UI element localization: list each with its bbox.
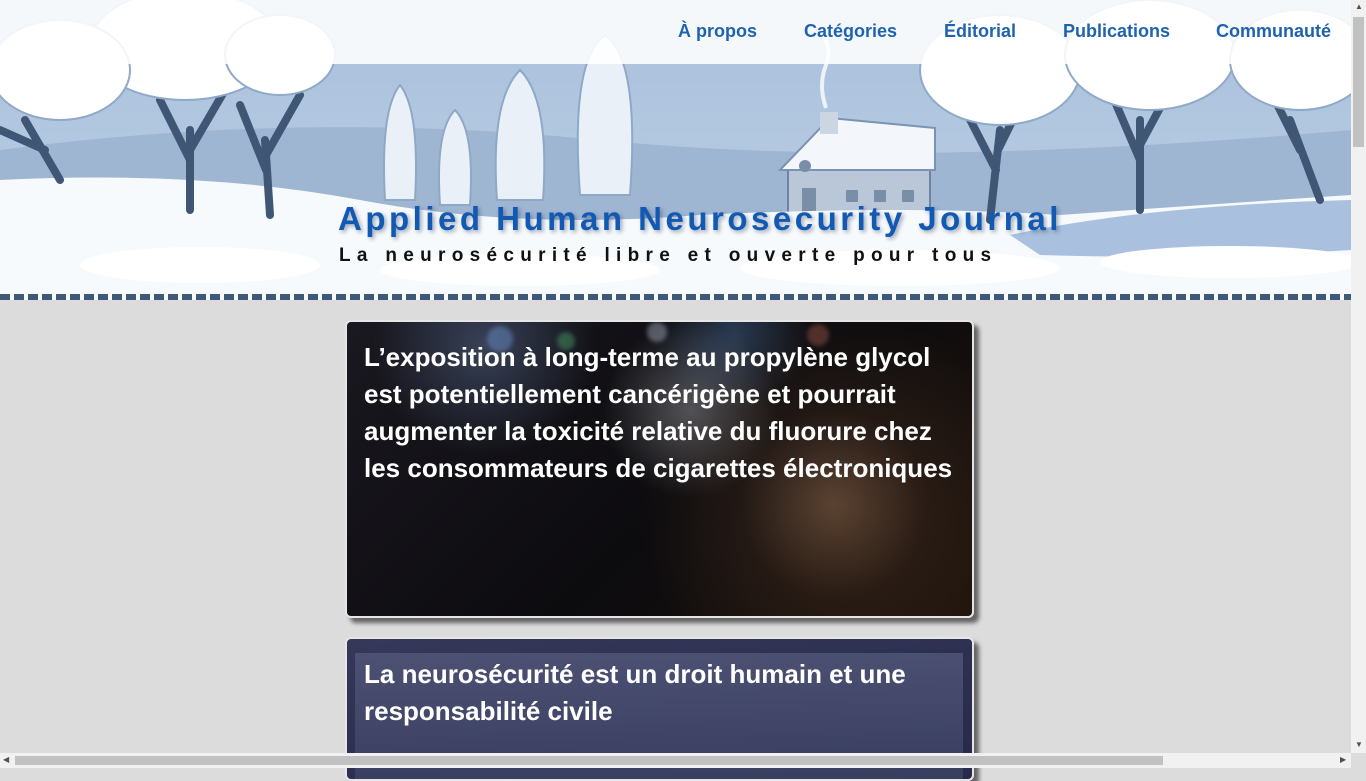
article-card[interactable]: L’exposition à long-terme au propylène g… [345,320,974,618]
horizontal-scroll-thumb[interactable] [15,756,1163,765]
house-illustration [777,36,936,216]
scroll-down-arrow-icon[interactable]: ▼ [1355,741,1363,749]
article-title[interactable]: La neurosécurité est un droit humain et … [364,656,954,730]
scroll-up-arrow-icon[interactable]: ▲ [1355,3,1363,11]
scrollbar-corner [1351,753,1366,768]
nav-link-editorial[interactable]: Éditorial [944,21,1016,42]
vertical-scrollbar[interactable]: ▲ ▼ [1351,0,1366,753]
header-banner: À propos Catégories Éditorial Publicatio… [0,0,1351,300]
horizontal-scrollbar[interactable]: ◀ ▶ [0,753,1351,768]
banner-dashed-border [0,294,1351,300]
article-title[interactable]: L’exposition à long-terme au propylène g… [364,339,954,487]
scroll-right-arrow-icon[interactable]: ▶ [1340,756,1346,764]
top-navigation: À propos Catégories Éditorial Publicatio… [0,0,1351,64]
scroll-left-arrow-icon[interactable]: ◀ [3,756,9,764]
nav-link-publications[interactable]: Publications [1063,21,1170,42]
nav-link-categories[interactable]: Catégories [804,21,897,42]
site-tagline: La neurosécurité libre et ouverte pour t… [339,245,998,266]
vertical-scroll-thumb[interactable] [1353,17,1364,147]
nav-link-communaute[interactable]: Communauté [1216,21,1331,42]
nav-link-a-propos[interactable]: À propos [678,21,757,42]
site-title[interactable]: Applied Human Neurosecurity Journal [338,200,1062,238]
